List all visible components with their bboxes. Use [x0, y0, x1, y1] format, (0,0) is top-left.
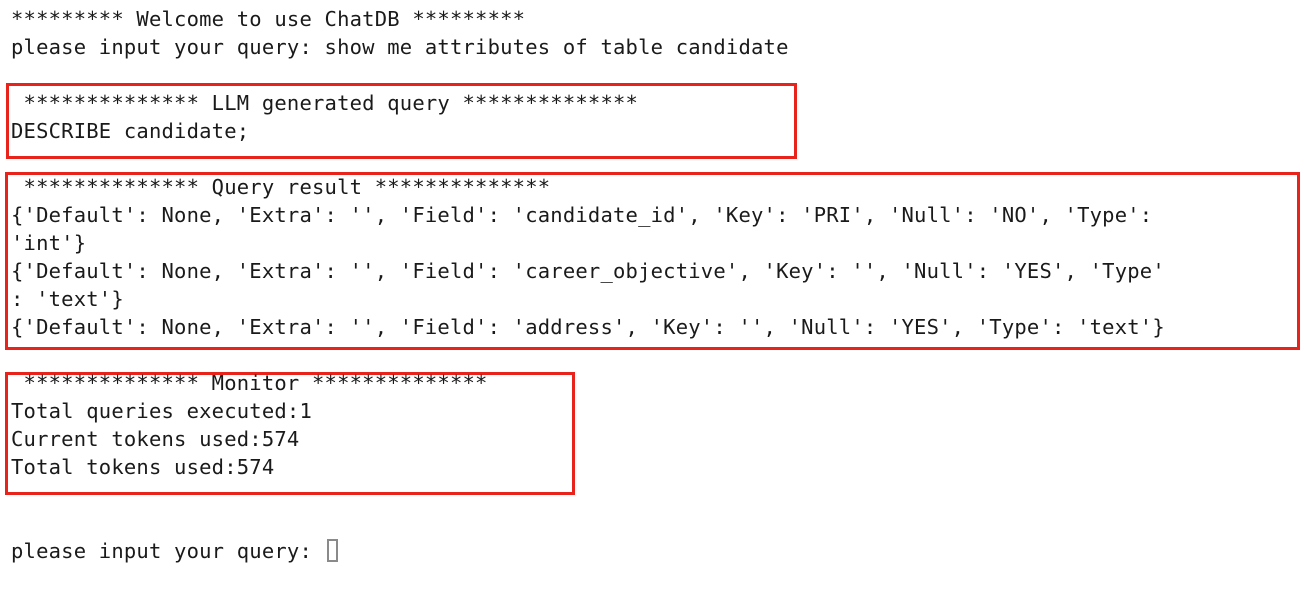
llm-query-header: ************** LLM generated query *****…	[11, 91, 639, 115]
query-result-line: {'Default': None, 'Extra': '', 'Field': …	[11, 315, 1165, 339]
query-result-line: {'Default': None, 'Extra': '', 'Field': …	[11, 259, 1165, 283]
monitor-header: ************** Monitor **************	[11, 371, 488, 395]
input-prompt-line[interactable]: please input your query:	[11, 537, 338, 565]
monitor-total-tokens: Total tokens used:574	[11, 455, 275, 479]
query-result-line: {'Default': None, 'Extra': '', 'Field': …	[11, 203, 1153, 227]
query-result-line: 'int'}	[11, 231, 87, 255]
input-prompt-label: please input your query:	[11, 539, 325, 563]
monitor-queries-executed: Total queries executed:1	[11, 399, 313, 423]
monitor-current-tokens: Current tokens used:574	[11, 427, 300, 451]
query-result-header: ************** Query result ************…	[11, 175, 551, 199]
query-result-line: : 'text'}	[11, 287, 124, 311]
query-prompt-line: please input your query: show me attribu…	[11, 35, 789, 59]
llm-generated-sql: DESCRIBE candidate;	[11, 119, 250, 143]
text-cursor[interactable]	[326, 538, 338, 562]
welcome-banner: ********* Welcome to use ChatDB ********…	[11, 7, 526, 31]
